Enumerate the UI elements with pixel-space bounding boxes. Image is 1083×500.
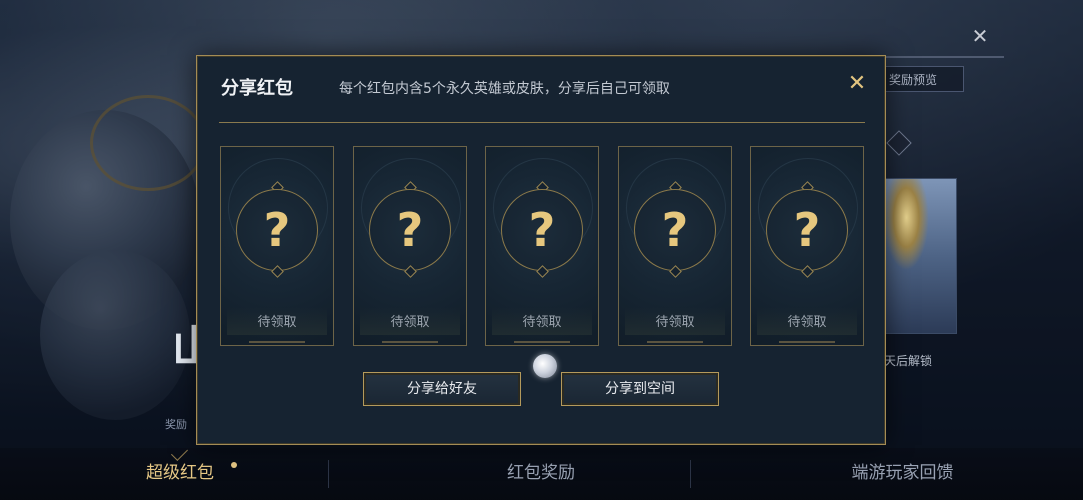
- close-icon[interactable]: ✕: [845, 72, 869, 96]
- card-ring: ?: [634, 189, 716, 271]
- card-ring: ?: [236, 189, 318, 271]
- red-packet-card[interactable]: ? 待领取: [618, 146, 732, 346]
- card-status-label: 待领取: [655, 315, 695, 330]
- reward-preview-button[interactable]: 奖励预览: [884, 66, 964, 92]
- tab-separator: [690, 460, 691, 488]
- question-mark-icon: ?: [661, 203, 689, 257]
- card-status-label: 待领取: [257, 315, 297, 330]
- bottom-tab-bar: 超级红包 红包奖励 端游玩家回馈: [0, 448, 1083, 500]
- red-packet-card[interactable]: ? 待领取: [353, 146, 467, 346]
- question-mark-icon: ?: [263, 203, 291, 257]
- unlock-countdown-text: 天后解锁: [884, 354, 933, 368]
- card-base-line: [779, 341, 835, 343]
- red-packet-card[interactable]: ? 待领取: [485, 146, 599, 346]
- red-packet-card[interactable]: ? 待领取: [750, 146, 864, 346]
- tab-pc-player-feedback[interactable]: 端游玩家回馈: [722, 448, 1083, 500]
- card-base-line: [514, 341, 570, 343]
- share-red-packet-dialog: 分享红包 每个红包内含5个永久英雄或皮肤，分享后自己可领取 ✕ ? 待领取 ? …: [196, 55, 886, 445]
- background-divider: [884, 56, 1004, 58]
- tab-red-packet-rewards[interactable]: 红包奖励: [360, 448, 722, 500]
- background-reward-card: [884, 178, 957, 334]
- share-to-space-button[interactable]: 分享到空间: [561, 372, 719, 406]
- tab-notification-dot: [231, 462, 237, 468]
- card-base-line: [647, 341, 703, 343]
- background-close-icon[interactable]: ✕: [966, 24, 994, 48]
- card-ring: ?: [501, 189, 583, 271]
- background-reward-label: 奖励: [165, 418, 187, 431]
- dialog-divider: [219, 122, 865, 123]
- card-base-line: [249, 341, 305, 343]
- question-mark-icon: ?: [793, 203, 821, 257]
- share-to-friends-button[interactable]: 分享给好友: [363, 372, 521, 406]
- question-mark-icon: ?: [396, 203, 424, 257]
- dialog-title: 分享红包: [221, 78, 293, 99]
- card-ring: ?: [369, 189, 451, 271]
- card-status-label: 待领取: [787, 315, 827, 330]
- red-packet-card[interactable]: ? 待领取: [220, 146, 334, 346]
- card-status-label: 待领取: [390, 315, 430, 330]
- carousel-pager-dot: [533, 354, 557, 378]
- card-base-line: [382, 341, 438, 343]
- card-ring: ?: [766, 189, 848, 271]
- question-mark-icon: ?: [528, 203, 556, 257]
- card-status-label: 待领取: [522, 315, 562, 330]
- dialog-subtitle: 每个红包内含5个永久英雄或皮肤，分享后自己可领取: [339, 81, 670, 97]
- tab-separator: [328, 460, 329, 488]
